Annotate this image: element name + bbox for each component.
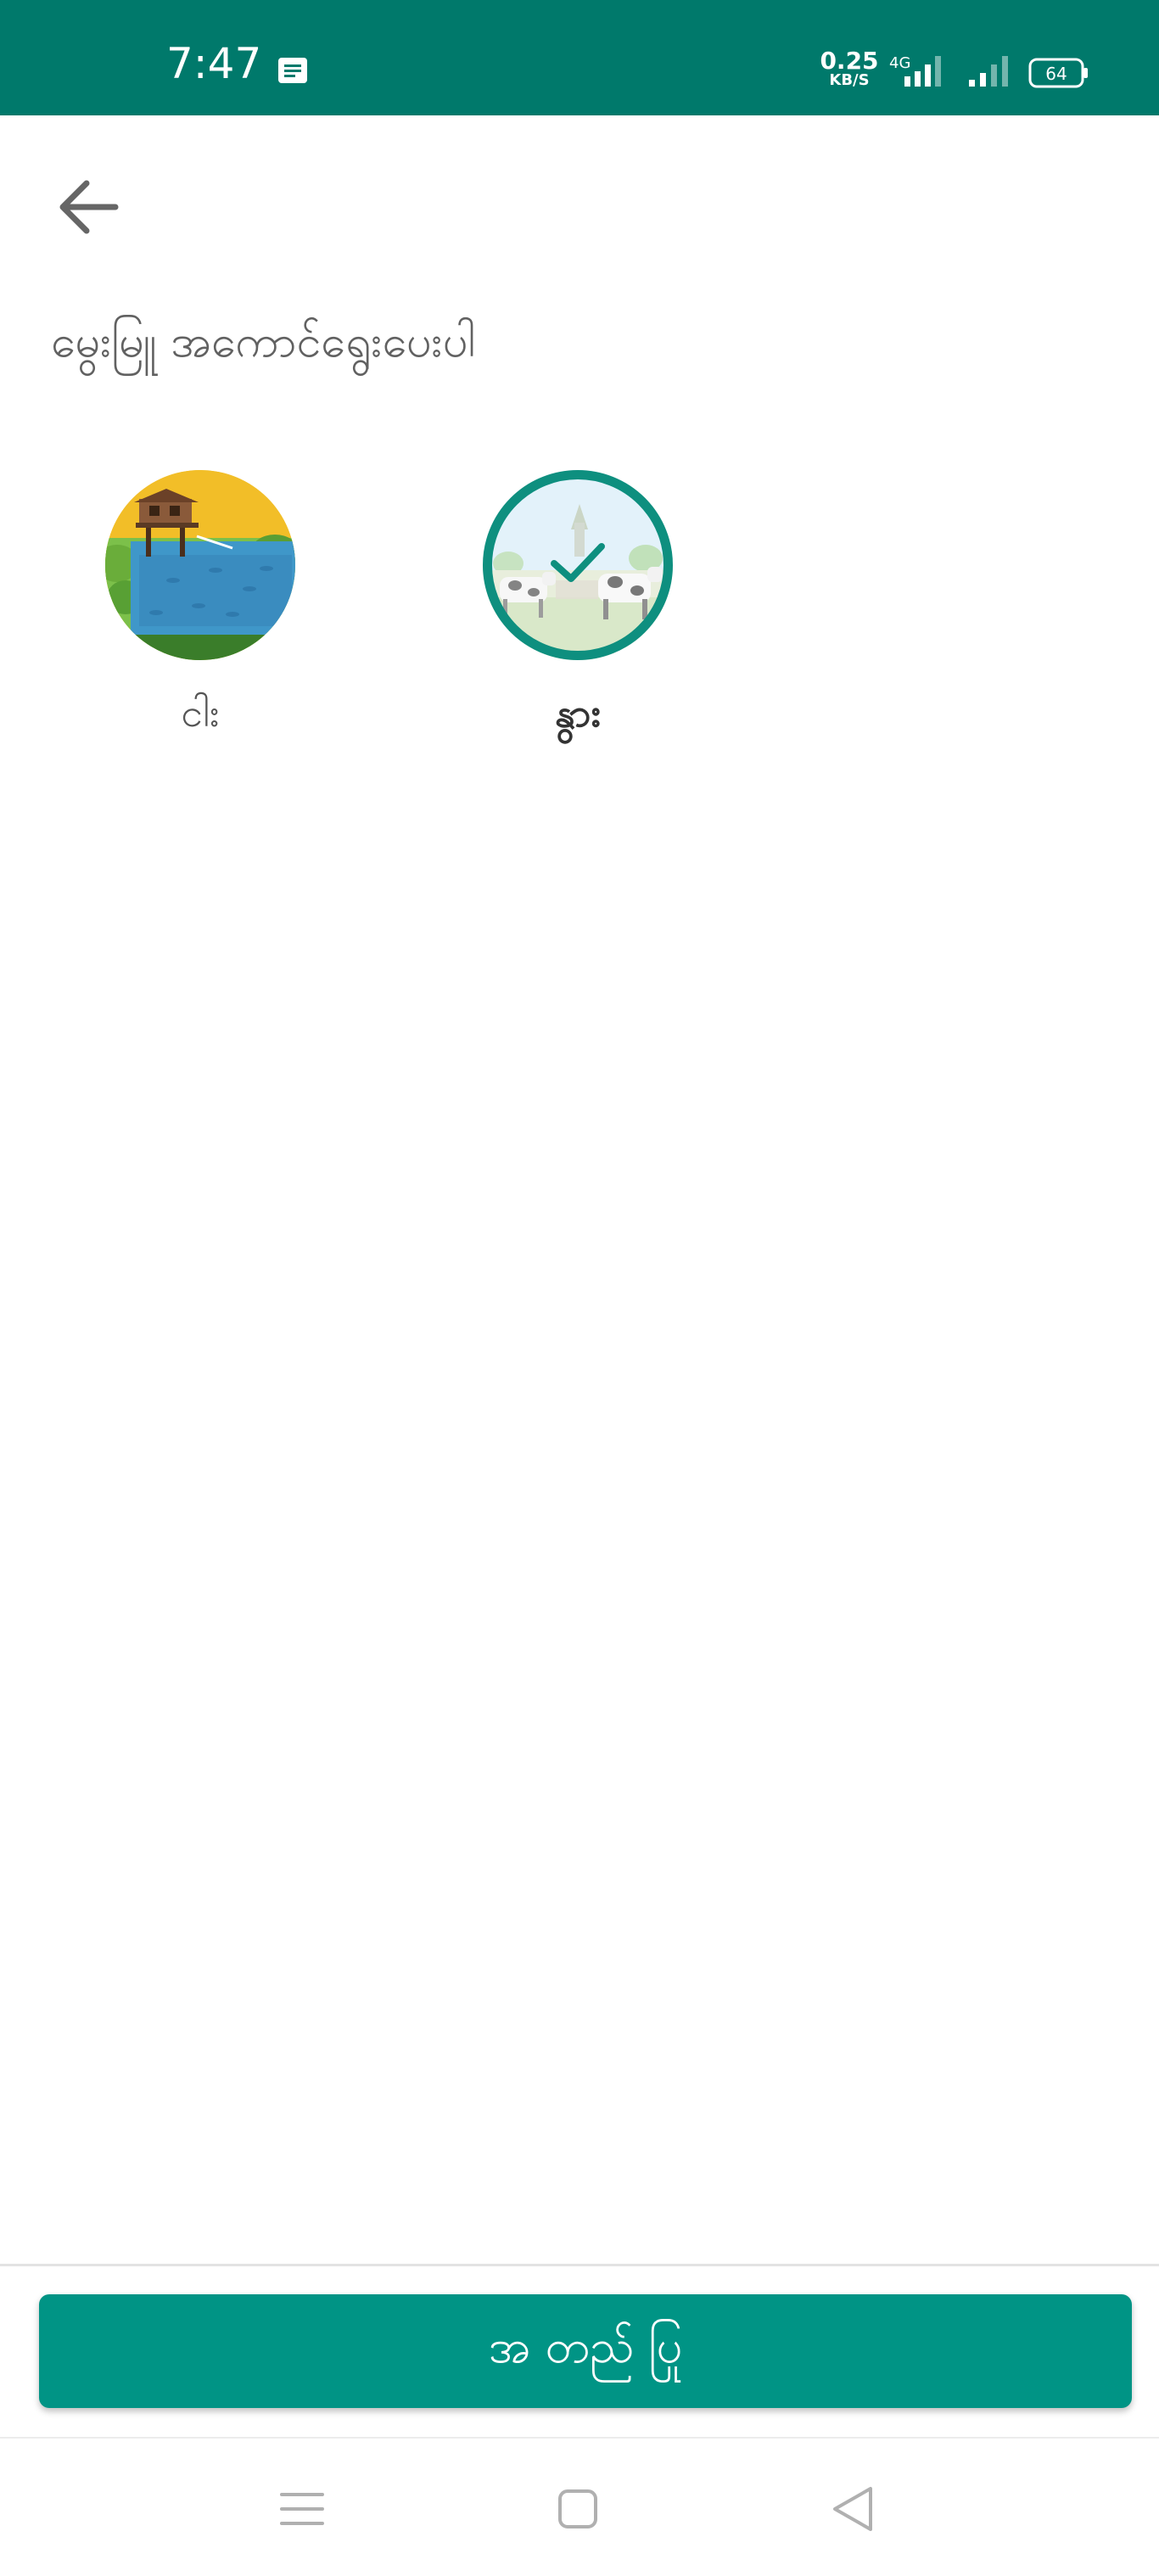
arrow-left-icon [59, 180, 119, 234]
back-triangle-icon[interactable] [830, 2484, 876, 2534]
confirm-button-label: အ တည် ပြု [488, 2319, 683, 2373]
message-icon [278, 58, 307, 83]
page-title: မွေးမြူ အကောင်ရွေးပေးပါ [51, 316, 476, 367]
option-cattle[interactable]: နွား [476, 470, 680, 759]
option-fish[interactable]: ငါး [98, 470, 302, 759]
system-nav-bar [0, 2439, 1159, 2576]
confirm-button[interactable]: အ တည် ပြု [39, 2294, 1132, 2408]
option-cattle-label: နွား [554, 690, 602, 736]
network-speed-unit: KB/S [829, 71, 870, 89]
network-type-label: 4G [889, 54, 910, 72]
home-square-icon[interactable] [557, 2488, 599, 2530]
network-speed: 0.25 KB/S [820, 49, 879, 88]
battery-icon: 64 [1028, 58, 1088, 88]
network-speed-value: 0.25 [820, 47, 879, 75]
signal-4g-icon: 4G [889, 54, 941, 87]
check-icon [551, 543, 605, 582]
fish-pond-illustration [105, 470, 295, 660]
back-button[interactable] [53, 175, 129, 239]
battery-level: 64 [1045, 64, 1067, 84]
status-time: 7:47 [166, 39, 262, 88]
option-fish-label: ငါး [181, 690, 220, 736]
menu-icon[interactable] [278, 2489, 326, 2528]
signal-strength-icon [969, 56, 1008, 87]
status-bar: 7:47 0.25 KB/S 4G 64 [0, 0, 1159, 115]
bottom-divider [0, 2264, 1159, 2266]
